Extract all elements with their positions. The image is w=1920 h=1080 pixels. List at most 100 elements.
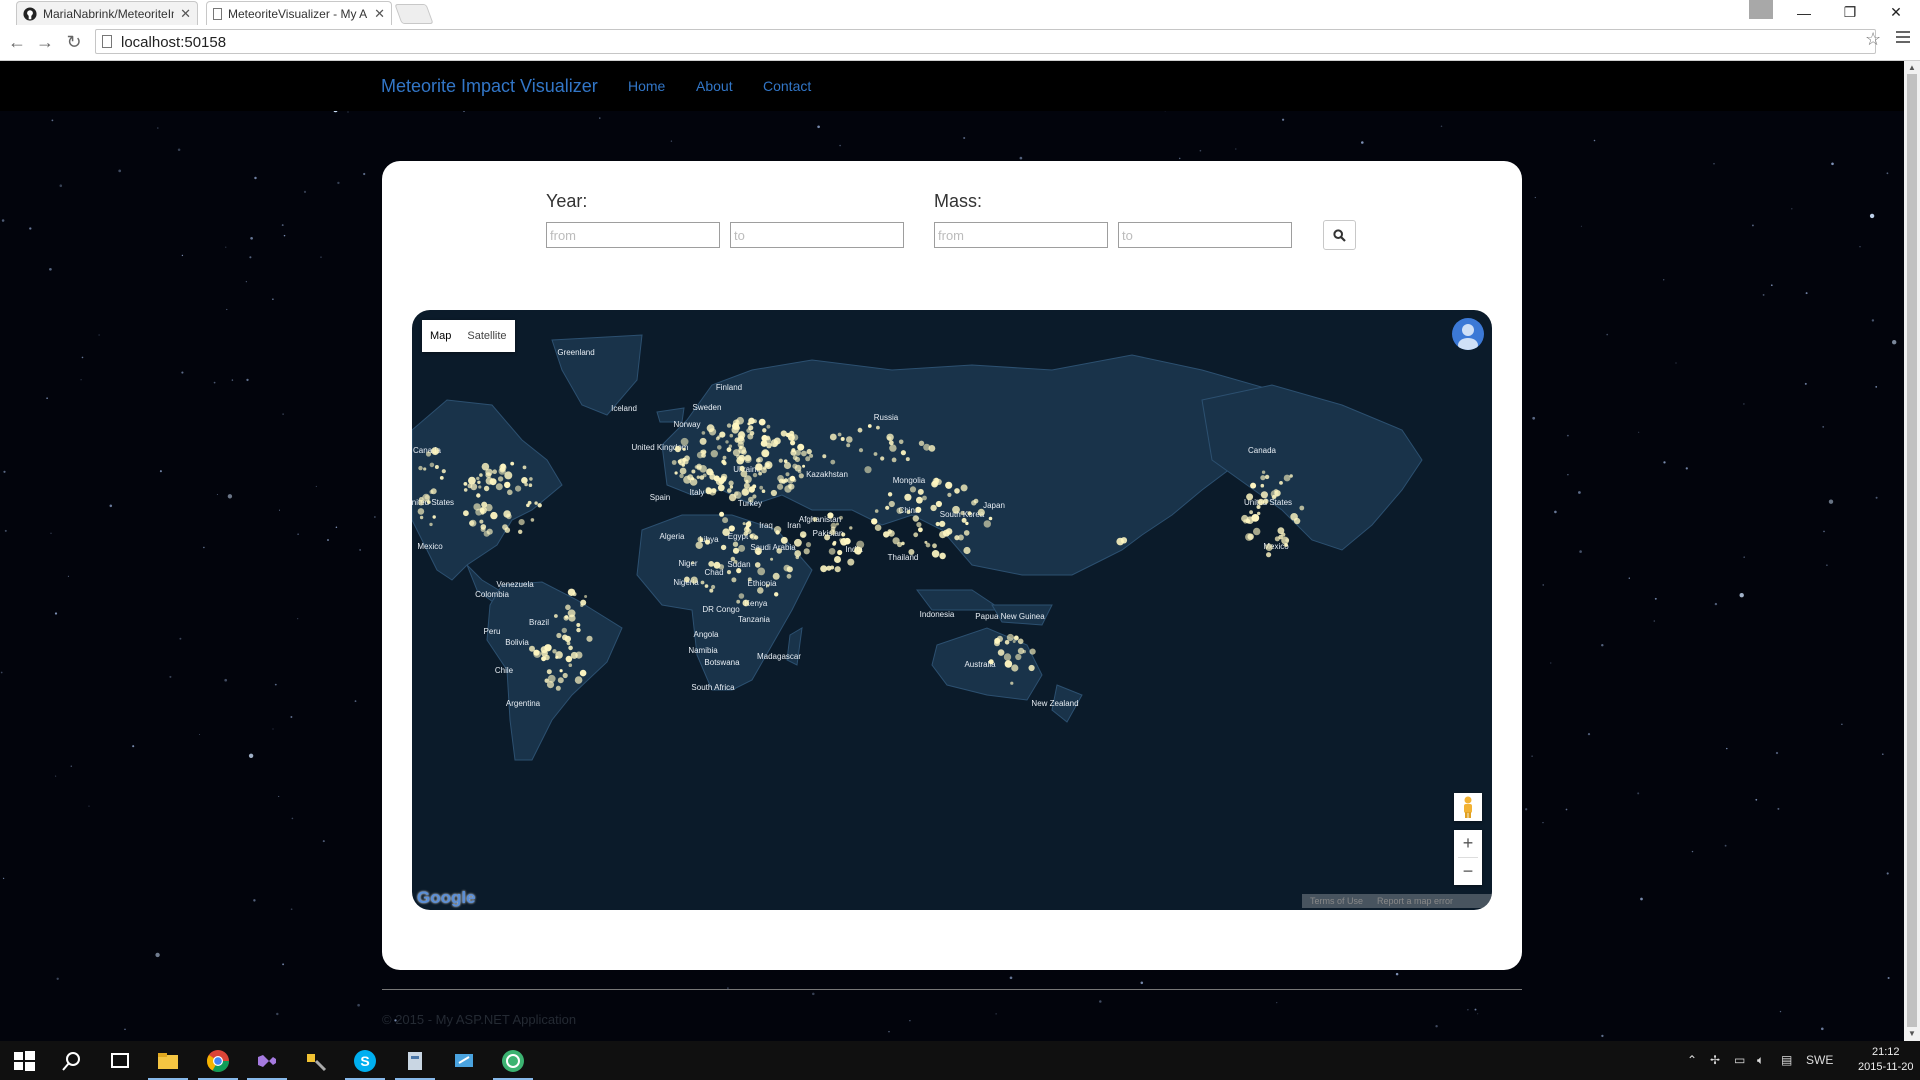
task-view-icon[interactable] bbox=[108, 1049, 132, 1073]
star bbox=[1566, 434, 1569, 437]
impact-marker bbox=[1257, 499, 1264, 506]
star bbox=[354, 700, 357, 702]
impact-marker bbox=[696, 475, 700, 479]
impact-marker bbox=[574, 676, 583, 684]
star bbox=[1395, 972, 1399, 976]
new-tab-button[interactable] bbox=[394, 4, 434, 24]
map-country-label: Russia bbox=[874, 413, 899, 422]
map-country-label: Botswana bbox=[704, 658, 740, 667]
star bbox=[322, 840, 325, 843]
impact-marker bbox=[967, 511, 972, 516]
file-explorer-icon[interactable] bbox=[156, 1049, 180, 1073]
nav-about[interactable]: About bbox=[696, 78, 733, 94]
impact-marker bbox=[441, 469, 446, 474]
impact-marker bbox=[912, 515, 919, 522]
star bbox=[839, 144, 841, 147]
impact-marker bbox=[547, 674, 556, 683]
server-app-icon[interactable] bbox=[403, 1049, 427, 1073]
user-avatar-icon[interactable] bbox=[1452, 318, 1484, 350]
impact-marker bbox=[671, 460, 677, 465]
impact-marker bbox=[954, 488, 960, 494]
mass-to-input[interactable] bbox=[1118, 222, 1292, 248]
search-icon[interactable] bbox=[60, 1049, 84, 1073]
map-type-satellite-button[interactable]: Satellite bbox=[459, 320, 514, 352]
terms-of-use-link[interactable]: Terms of Use bbox=[1310, 894, 1363, 908]
network-icon[interactable]: ▭ bbox=[1734, 1053, 1745, 1067]
star bbox=[98, 334, 100, 336]
close-icon[interactable]: ✕ bbox=[374, 6, 385, 22]
search-button[interactable] bbox=[1323, 220, 1356, 250]
site-brand[interactable]: Meteorite Impact Visualizer bbox=[381, 76, 598, 97]
browser-toolbar: ← → ↻ localhost:50158 bbox=[0, 25, 1920, 61]
windows-start-icon[interactable] bbox=[12, 1049, 36, 1073]
impact-marker bbox=[778, 478, 784, 484]
address-bar[interactable]: localhost:50158 bbox=[95, 29, 1876, 54]
restore-button[interactable]: ❐ bbox=[1827, 0, 1873, 25]
page-scrollbar[interactable]: ▲ ▼ bbox=[1904, 61, 1920, 1041]
scroll-down-icon[interactable]: ▼ bbox=[1908, 1029, 1916, 1038]
map-type-map-button[interactable]: Map bbox=[422, 320, 459, 352]
impact-marker bbox=[463, 482, 468, 486]
map-canvas[interactable]: Greenland Iceland Finland Sweden Norway Unite… bbox=[412, 310, 1492, 910]
map-type-control: Map Satellite bbox=[422, 320, 515, 352]
impact-marker bbox=[754, 562, 761, 568]
app-globe-icon[interactable] bbox=[501, 1049, 525, 1073]
street-view-pegman-icon[interactable] bbox=[1454, 793, 1482, 821]
system-clock[interactable]: 21:12 2015-11-20 bbox=[1858, 1045, 1913, 1075]
star bbox=[29, 227, 32, 230]
star bbox=[181, 371, 184, 374]
chrome-icon[interactable] bbox=[206, 1049, 230, 1073]
zoom-in-button[interactable]: + bbox=[1454, 830, 1482, 857]
tab-github[interactable]: MariaNabrink/MeteoriteIm ✕ bbox=[16, 1, 198, 25]
tray-app-icon[interactable]: ✢ bbox=[1710, 1053, 1720, 1067]
impact-marker bbox=[1290, 513, 1298, 521]
tools-icon[interactable] bbox=[304, 1049, 328, 1073]
reload-icon[interactable]: ↻ bbox=[62, 30, 86, 54]
skype-icon[interactable]: S bbox=[353, 1049, 377, 1073]
star bbox=[1477, 1013, 1479, 1015]
minimize-button[interactable]: — bbox=[1781, 0, 1827, 25]
footer-divider bbox=[382, 989, 1522, 990]
volume-icon[interactable]: 🔈︎ bbox=[1757, 1053, 1764, 1068]
impact-marker bbox=[827, 512, 834, 519]
impact-marker bbox=[780, 430, 787, 437]
star bbox=[272, 728, 274, 730]
star bbox=[159, 470, 162, 473]
impact-marker bbox=[726, 570, 732, 575]
remote-desktop-icon[interactable] bbox=[452, 1049, 476, 1073]
impact-marker bbox=[772, 572, 780, 580]
close-icon[interactable]: ✕ bbox=[180, 6, 191, 22]
impact-marker bbox=[739, 465, 745, 472]
impact-marker bbox=[776, 548, 782, 554]
zoom-out-button[interactable]: − bbox=[1454, 858, 1482, 885]
tab-meteorite-visualizer[interactable]: MeteoriteVisualizer - My A ✕ bbox=[206, 1, 392, 25]
scrollbar-thumb[interactable] bbox=[1907, 74, 1917, 1027]
map-country-label: Iran bbox=[787, 521, 801, 530]
nav-home[interactable]: Home bbox=[628, 78, 665, 94]
impact-marker bbox=[566, 655, 573, 663]
user-profile-icon[interactable] bbox=[1749, 0, 1773, 19]
mass-from-input[interactable] bbox=[934, 222, 1108, 248]
bookmark-star-icon[interactable]: ☆ bbox=[1865, 29, 1881, 50]
impact-marker bbox=[880, 456, 885, 461]
action-center-icon[interactable]: ▤ bbox=[1781, 1053, 1792, 1067]
chevron-up-icon[interactable]: ⌃ bbox=[1687, 1053, 1697, 1067]
visual-studio-icon[interactable] bbox=[255, 1049, 279, 1073]
close-window-button[interactable]: ✕ bbox=[1873, 0, 1919, 25]
world-map[interactable]: Greenland Iceland Finland Sweden Norway Unite… bbox=[412, 310, 1492, 910]
star bbox=[118, 169, 122, 173]
impact-marker bbox=[564, 615, 569, 619]
year-to-input[interactable] bbox=[730, 222, 904, 248]
landmass-greenland bbox=[551, 334, 643, 416]
back-icon[interactable]: ← bbox=[5, 30, 29, 54]
forward-icon[interactable]: → bbox=[33, 30, 57, 54]
report-map-error-link[interactable]: Report a map error bbox=[1377, 894, 1453, 908]
language-indicator[interactable]: SWE bbox=[1806, 1053, 1833, 1067]
star bbox=[363, 172, 366, 176]
nav-contact[interactable]: Contact bbox=[763, 78, 811, 94]
year-from-input[interactable] bbox=[546, 222, 720, 248]
impact-marker bbox=[718, 564, 725, 570]
scroll-up-icon[interactable]: ▲ bbox=[1908, 63, 1916, 72]
chrome-menu-icon[interactable] bbox=[1896, 31, 1910, 46]
star bbox=[1578, 491, 1581, 494]
